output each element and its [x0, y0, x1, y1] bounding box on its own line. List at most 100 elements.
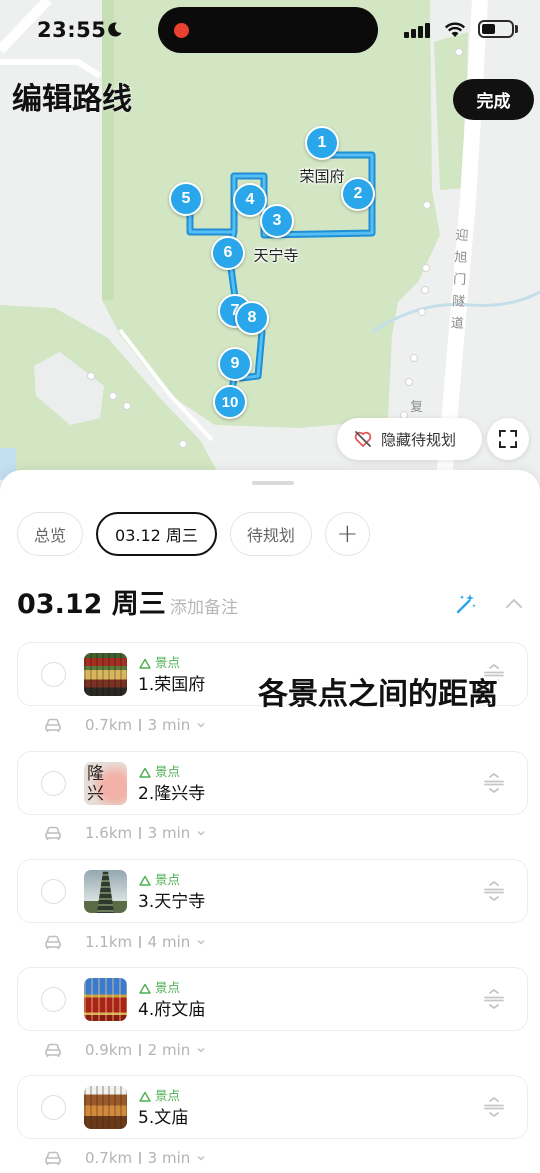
place-label: 天宁寺 [253, 246, 299, 265]
route-marker[interactable]: 10 [213, 385, 247, 419]
hide-pending-label: 隐藏待规划 [381, 430, 457, 449]
fullscreen-button[interactable] [487, 418, 529, 460]
distance-row[interactable]: 1.1km 4 min [44, 931, 206, 953]
reorder-handle-icon[interactable] [482, 1095, 506, 1119]
scenic-spot-icon [139, 658, 151, 669]
route-marker[interactable]: 1 [305, 126, 339, 160]
stop-type-tag: 景点 [139, 1088, 180, 1104]
cellular-signal-icon [404, 23, 430, 38]
stop-type-tag: 景点 [139, 655, 180, 671]
car-icon [45, 935, 61, 949]
magic-wand-icon[interactable] [454, 592, 478, 616]
status-time: 23:55 [37, 18, 107, 42]
stop-type-label: 景点 [155, 764, 181, 779]
distance-row[interactable]: 0.9km 2 min [44, 1039, 206, 1061]
thumbnail-lettering: 兴 [87, 784, 104, 804]
scenic-spot-icon [139, 983, 151, 994]
distance-row[interactable]: 0.7km 3 min [44, 1147, 206, 1169]
app-screen: 迎旭门隧道 复 1 2 4 3 5 6 7 8 9 10 荣国府 天宁寺 隐藏待… [0, 0, 540, 1173]
recording-indicator [174, 23, 189, 38]
stop-type-tag: 景点 [139, 980, 180, 996]
battery-level [482, 24, 495, 34]
wifi-icon [444, 22, 466, 37]
leg-duration: 3 min [147, 824, 191, 842]
tab-day[interactable]: 03.12 周三 [96, 512, 217, 556]
overlay-caption: 各景点之间的距离 [258, 677, 498, 712]
done-button[interactable]: 完成 [453, 79, 534, 120]
route-marker[interactable]: 8 [235, 301, 269, 335]
route-marker[interactable]: 3 [260, 204, 294, 238]
stop-name: 2.隆兴寺 [138, 784, 206, 804]
chevron-down-icon [197, 830, 205, 836]
separator [139, 719, 141, 731]
stop-card[interactable]: 隆 兴 景点 2.隆兴寺 [17, 751, 528, 815]
stop-select-radio[interactable] [41, 771, 66, 796]
tab-overview[interactable]: 总览 [17, 512, 84, 556]
stop-name: 5.文庙 [138, 1108, 189, 1128]
distance-row[interactable]: 0.7km 3 min [44, 714, 206, 736]
route-marker[interactable]: 6 [211, 236, 245, 270]
stop-type-label: 景点 [155, 980, 181, 995]
stop-select-radio[interactable] [41, 1095, 66, 1120]
stop-thumbnail [84, 870, 127, 913]
chevron-down-icon [197, 1155, 205, 1161]
stop-select-radio[interactable] [41, 987, 66, 1012]
day-title: 03.12 周三 [17, 589, 166, 620]
reorder-handle-icon[interactable] [482, 879, 506, 903]
place-label: 荣国府 [299, 167, 345, 186]
stop-card[interactable]: 景点 3.天宁寺 [17, 859, 528, 923]
route-marker[interactable]: 2 [341, 177, 375, 211]
car-icon [45, 718, 61, 732]
leg-duration: 4 min [147, 933, 191, 951]
thumbnail-lettering: 隆 [87, 764, 104, 784]
leg-duration: 2 min [147, 1041, 191, 1059]
leg-distance: 1.6km [85, 824, 133, 842]
car-icon [45, 1043, 61, 1057]
scenic-spot-icon [139, 875, 151, 886]
stop-name: 1.荣国府 [138, 675, 206, 695]
dynamic-island [158, 7, 378, 53]
chevron-down-icon [197, 722, 205, 728]
itinerary-sheet: 总览 03.12 周三 待规划 + 03.12 周三 添加备注 景点 1.荣国府 [0, 470, 540, 1173]
stop-name: 4.府文庙 [138, 1000, 206, 1020]
reorder-handle-icon[interactable] [482, 987, 506, 1011]
leg-duration: 3 min [147, 1149, 191, 1167]
tab-pending[interactable]: 待规划 [229, 512, 312, 556]
stop-type-label: 景点 [155, 1088, 181, 1103]
road-label-fragment: 复 [410, 400, 424, 415]
hide-pending-button[interactable]: 隐藏待规划 [337, 418, 482, 460]
stop-type-label: 景点 [155, 655, 181, 670]
day-tabs: 总览 03.12 周三 待规划 + [17, 512, 370, 556]
heart-off-icon [354, 431, 372, 447]
separator [139, 1152, 141, 1164]
separator [139, 936, 141, 948]
stop-card[interactable]: 景点 5.文庙 [17, 1075, 528, 1139]
leg-duration: 3 min [147, 716, 191, 734]
add-day-button[interactable]: + [324, 512, 370, 556]
chevron-up-icon[interactable] [503, 593, 525, 615]
stop-thumbnail [84, 653, 127, 696]
reorder-handle-icon[interactable] [482, 771, 506, 795]
scenic-spot-icon [139, 767, 151, 778]
separator [139, 827, 141, 839]
stop-select-radio[interactable] [41, 662, 66, 687]
stop-thumbnail [84, 1086, 127, 1129]
leg-distance: 0.7km [85, 716, 133, 734]
distance-row[interactable]: 1.6km 3 min [44, 822, 206, 844]
route-marker[interactable]: 5 [169, 182, 203, 216]
battery-nub [515, 25, 518, 33]
sheet-drag-handle[interactable] [252, 481, 294, 485]
leg-distance: 1.1km [85, 933, 133, 951]
moon-icon [108, 22, 122, 37]
leg-distance: 0.9km [85, 1041, 133, 1059]
stop-type-label: 景点 [155, 872, 181, 887]
battery-icon [478, 20, 514, 38]
stop-type-tag: 景点 [139, 764, 180, 780]
fullscreen-icon [499, 430, 517, 448]
route-marker[interactable]: 9 [218, 347, 252, 381]
add-note-field[interactable]: 添加备注 [170, 597, 238, 619]
chevron-down-icon [197, 939, 205, 945]
stop-select-radio[interactable] [41, 879, 66, 904]
stop-card[interactable]: 景点 4.府文庙 [17, 967, 528, 1031]
page-title: 编辑路线 [12, 82, 132, 117]
